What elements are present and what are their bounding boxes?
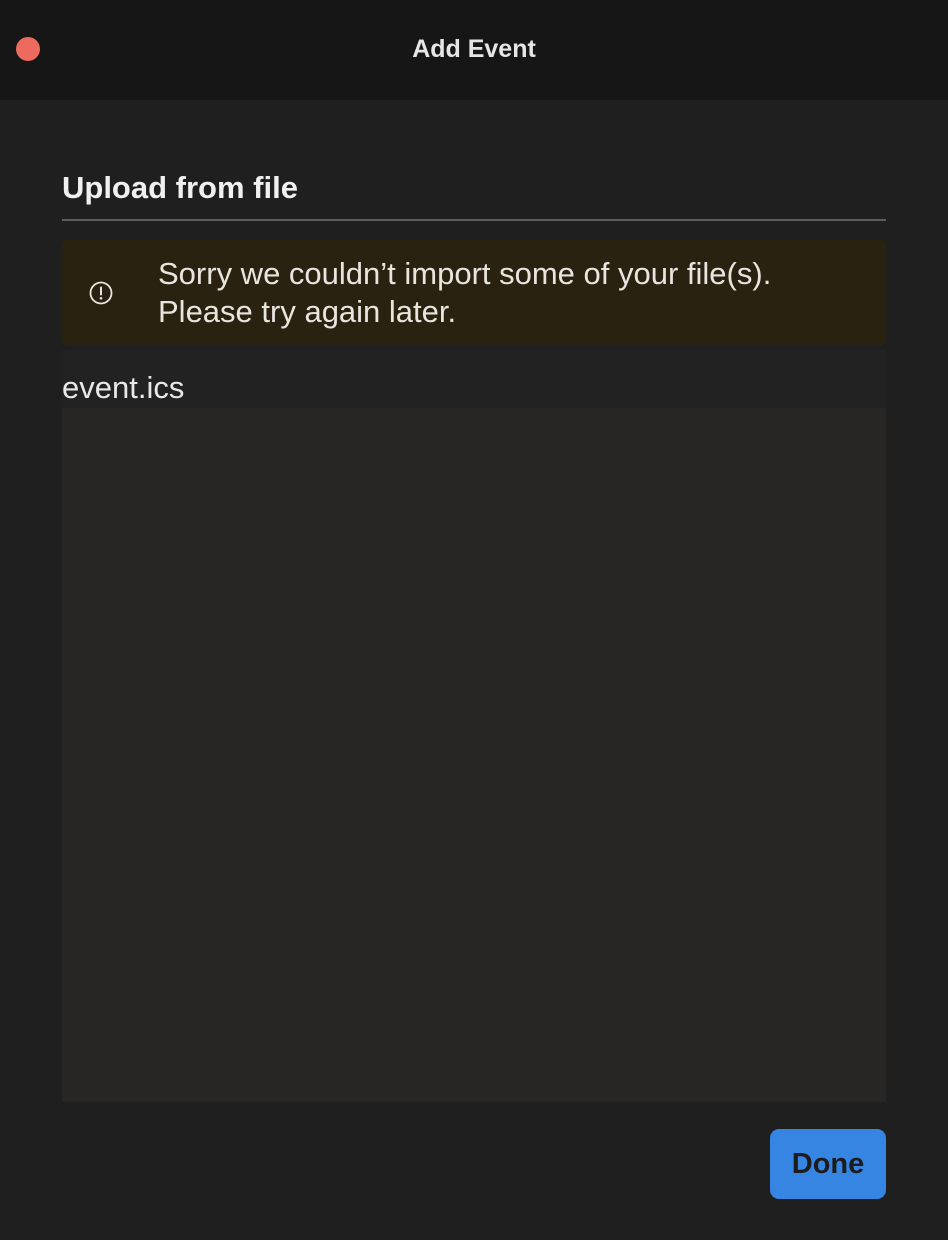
error-message: Sorry we couldn’t import some of your fi… <box>158 255 858 331</box>
error-message-line: Sorry we couldn’t import some of your fi… <box>158 256 772 291</box>
alert-circle-icon <box>89 281 113 305</box>
add-event-window: Add Event Upload from file Sorry we coul… <box>0 0 948 1240</box>
done-button[interactable]: Done <box>770 1129 886 1199</box>
title-bar: Add Event <box>0 0 948 100</box>
file-list-empty-area <box>62 408 886 1102</box>
section-divider <box>62 219 886 221</box>
error-banner: Sorry we couldn’t import some of your fi… <box>62 240 886 346</box>
file-list-item: event.ics <box>62 350 886 408</box>
window-title: Add Event <box>412 35 536 63</box>
section-title: Upload from file <box>62 170 298 205</box>
error-message-line: Please try again later. <box>158 294 457 329</box>
file-name: event.ics <box>62 370 185 405</box>
